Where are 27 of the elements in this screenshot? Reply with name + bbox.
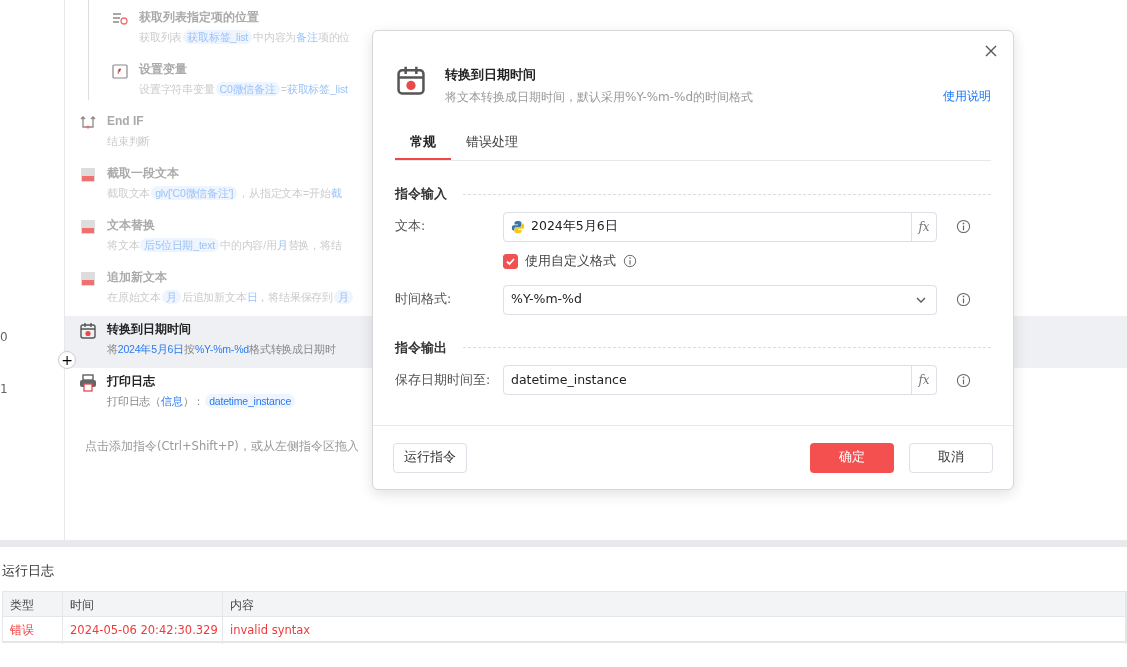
step-description: 将2024年5月6日按%Y-%m-%d格式转换成日期时 <box>107 342 336 357</box>
step-title: 设置变量 <box>139 61 188 78</box>
section-title: 指令输出 <box>395 338 447 357</box>
checkbox-label: 使用自定义格式 <box>525 251 616 270</box>
step-title: 文本替换 <box>107 217 156 234</box>
line-number: 1 <box>0 382 8 396</box>
section-title: 指令输入 <box>395 185 447 203</box>
step-title: 获取列表指定项的位置 <box>139 9 260 26</box>
field-label: 文本: <box>395 217 427 236</box>
dialog-title: 转换到日期时间 <box>445 66 537 84</box>
table-cell: 2024-05-06 20:42:30.329 <box>63 616 223 644</box>
line-number: 0 <box>0 330 8 344</box>
log-title: 运行日志 <box>1 562 55 580</box>
field-label: 保存日期时间至: <box>395 370 492 389</box>
step-title: 打印日志 <box>107 373 156 390</box>
dialog-subtitle: 将文本转换成日期时间，默认采用%Y-%m-%d的时间格式 <box>445 88 754 106</box>
column-header: 类型 <box>3 591 63 619</box>
step-description: 打印日志（信息）： datetime_instance <box>107 391 297 411</box>
column-header: 内容 <box>223 591 1126 619</box>
step-title: 追加新文本 <box>107 269 168 286</box>
table-cell: invalid syntax <box>223 616 1126 644</box>
column-header: 时间 <box>63 591 223 619</box>
step-title: End IF <box>107 113 145 130</box>
step-title: 转换到日期时间 <box>107 321 192 338</box>
table-cell: 错误 <box>3 616 63 644</box>
field-label: 时间格式: <box>395 290 453 309</box>
step-title: 截取一段文本 <box>107 165 180 182</box>
